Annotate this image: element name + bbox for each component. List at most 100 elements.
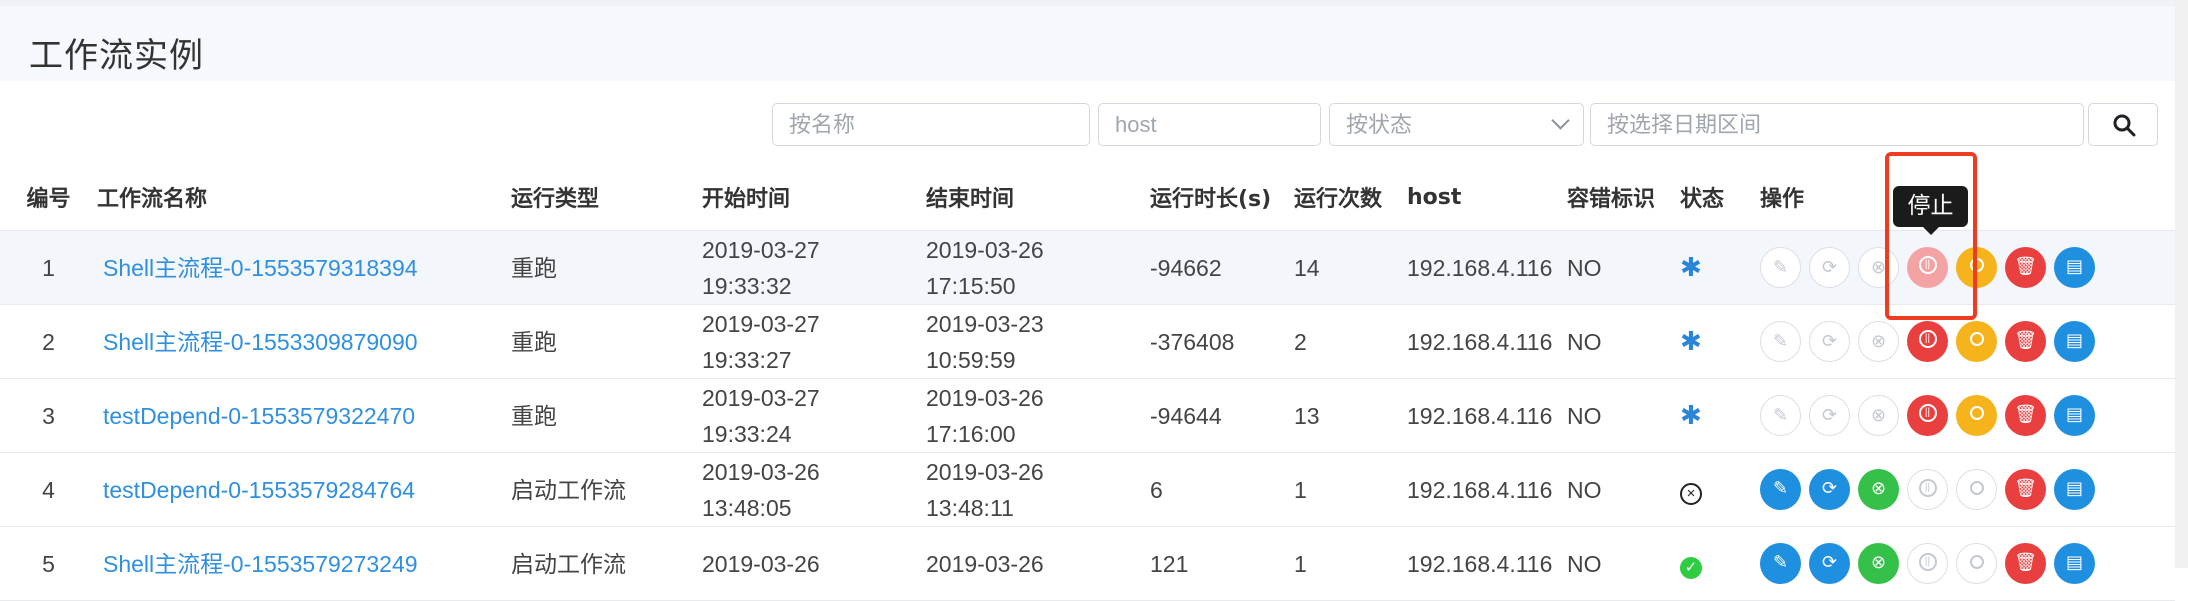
edit-button[interactable]: ✎ [1760, 395, 1801, 436]
delete-button[interactable]: 🗑 [2005, 469, 2046, 510]
rerun-button[interactable]: ⟳ [1809, 469, 1850, 510]
edit-icon: ✎ [1772, 552, 1789, 572]
rerun-button[interactable]: ⟳ [1809, 395, 1850, 436]
workflow-link[interactable]: testDepend-0-1553579284764 [97, 477, 415, 503]
pause-button[interactable] [1956, 321, 1997, 362]
workflow-link[interactable]: Shell主流程-0-1553579273249 [97, 551, 418, 577]
delete-button[interactable]: 🗑 [2005, 395, 2046, 436]
pause-button[interactable] [1956, 543, 1997, 584]
stop-button[interactable]: || [1907, 469, 1948, 510]
circle-dot-icon [1969, 406, 1984, 421]
table-row: 3 testDepend-0-1553579322470 重跑 2019-03-27 1… [0, 378, 2175, 453]
table-row: 5 Shell主流程-0-1553579273249 启动工作流 2019-03-26… [0, 526, 2175, 601]
delete-button[interactable]: 🗑 [2005, 321, 2046, 362]
start-date: 2019-03-27 [702, 236, 820, 263]
status-select[interactable]: 按状态 [1329, 103, 1584, 146]
stop-button[interactable]: || [1907, 395, 1948, 436]
cell-state: ✱ [1680, 378, 1760, 453]
workflow-instance-table: 编号 工作流名称 运行类型 开始时间 结束时间 运行时长(s) 运行次数 hos… [0, 164, 2175, 601]
cell-fault-flag: NO [1567, 526, 1680, 601]
cell-run-count: 1 [1294, 526, 1407, 601]
gear-icon: ✱ [1680, 252, 1702, 282]
rerun-icon: ⟳ [1821, 257, 1838, 277]
gantt-button[interactable]: ▤ [2054, 543, 2095, 584]
rerun-icon: ⟳ [1821, 478, 1838, 498]
cell-host: 192.168.4.116 [1407, 304, 1567, 379]
edit-icon: ✎ [1772, 331, 1789, 351]
edit-icon: ✎ [1772, 478, 1789, 498]
cell-state: ✓ [1680, 526, 1760, 601]
gantt-icon: ▤ [2065, 478, 2083, 498]
delete-button[interactable]: 🗑 [2005, 543, 2046, 584]
table-row: 4 testDepend-0-1553579284764 启动工作流 2019-03-… [0, 452, 2175, 527]
start-date: 2019-03-26 [702, 458, 820, 485]
cell-id: 4 [0, 452, 97, 527]
table-row: 1 Shell主流程-0-1553579318394 重跑 2019-03-27 19:… [0, 230, 2175, 305]
cell-name: Shell主流程-0-1553309879090 [97, 304, 511, 379]
workflow-link[interactable]: Shell主流程-0-1553579318394 [97, 255, 418, 281]
name-search-input[interactable]: 按名称 [772, 103, 1090, 146]
cell-end-time: 2019-03-26 17:16:00 [926, 378, 1150, 453]
highlight-box [1885, 152, 1977, 320]
cell-start-time: 2019-03-27 19:33:27 [702, 304, 926, 379]
cell-host: 192.168.4.116 [1407, 378, 1567, 453]
start-date: 2019-03-27 [702, 384, 820, 411]
stop-button[interactable]: || [1907, 321, 1948, 362]
cell-operations: ✎ ⟳ ⊗ || 🗑 ▤ [1760, 526, 2175, 601]
circle-dot-icon [1969, 332, 1984, 347]
cell-run-type: 重跑 [511, 230, 702, 305]
workflow-link[interactable]: Shell主流程-0-1553309879090 [97, 329, 418, 355]
cell-start-time: 2019-03-26 13:48:05 [702, 452, 926, 527]
cell-host: 192.168.4.116 [1407, 452, 1567, 527]
recover-button[interactable]: ⊗ [1858, 321, 1899, 362]
gantt-button[interactable]: ▤ [2054, 321, 2095, 362]
cell-start-time: 2019-03-26 [702, 526, 926, 601]
pause-icon: || [1918, 330, 1937, 349]
gantt-button[interactable]: ▤ [2054, 395, 2095, 436]
col-name: 工作流名称 [97, 164, 511, 231]
gantt-icon: ▤ [2065, 552, 2083, 572]
recover-button[interactable]: ⊗ [1858, 395, 1899, 436]
delete-button[interactable]: 🗑 [2005, 247, 2046, 288]
recover-button[interactable]: ⊗ [1858, 543, 1899, 584]
recover-button[interactable]: ⊗ [1858, 469, 1899, 510]
gantt-button[interactable]: ▤ [2054, 469, 2095, 510]
rerun-button[interactable]: ⟳ [1809, 543, 1850, 584]
recover-icon: ⊗ [1870, 405, 1887, 425]
cell-operations: ✎ ⟳ ⊗ || 🗑 ▤ [1760, 452, 2175, 527]
cell-run-count: 1 [1294, 452, 1407, 527]
host-search-input[interactable]: host [1098, 103, 1321, 146]
end-time: 10:59:59 [926, 346, 1016, 373]
stop-button[interactable]: || [1907, 543, 1948, 584]
cell-operations: ✎ ⟳ ⊗ || 🗑 ▤ [1760, 378, 2175, 453]
end-date: 2019-03-26 [926, 550, 1044, 577]
date-range-input[interactable]: 按选择日期区间 [1590, 103, 2084, 146]
cell-end-time: 2019-03-26 17:15:50 [926, 230, 1150, 305]
page-header: 工作流实例 [0, 0, 2175, 81]
edit-button[interactable]: ✎ [1760, 321, 1801, 362]
cell-fault-flag: NO [1567, 452, 1680, 527]
edit-button[interactable]: ✎ [1760, 543, 1801, 584]
cell-run-count: 14 [1294, 230, 1407, 305]
cell-name: testDepend-0-1553579322470 [97, 378, 511, 453]
pause-button[interactable] [1956, 469, 1997, 510]
pause-button[interactable] [1956, 395, 1997, 436]
end-time: 17:16:00 [926, 420, 1016, 447]
stop-tooltip: 停止 [1893, 186, 1968, 235]
start-time: 19:33:24 [702, 420, 792, 447]
rerun-button[interactable]: ⟳ [1809, 247, 1850, 288]
search-button[interactable] [2088, 103, 2158, 146]
edit-button[interactable]: ✎ [1760, 469, 1801, 510]
rerun-button[interactable]: ⟳ [1809, 321, 1850, 362]
gantt-button[interactable]: ▤ [2054, 247, 2095, 288]
cell-run-type: 重跑 [511, 304, 702, 379]
chevron-down-icon [1551, 111, 1570, 130]
rerun-icon: ⟳ [1821, 552, 1838, 572]
end-time: 17:15:50 [926, 272, 1016, 299]
scrollbar[interactable] [2175, 0, 2188, 568]
circle-dot-icon [1969, 481, 1984, 496]
cell-start-time: 2019-03-27 19:33:32 [702, 230, 926, 305]
workflow-link[interactable]: testDepend-0-1553579322470 [97, 403, 415, 429]
edit-button[interactable]: ✎ [1760, 247, 1801, 288]
gantt-icon: ▤ [2065, 330, 2083, 350]
